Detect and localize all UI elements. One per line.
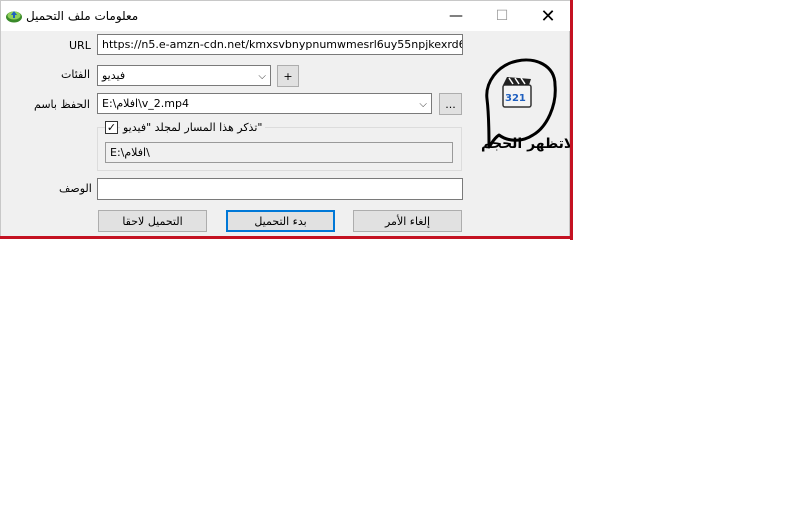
background-app-edge bbox=[570, 0, 573, 240]
chevron-down-icon: ⌵ bbox=[258, 71, 266, 82]
close-button[interactable]: ✕ bbox=[525, 1, 571, 31]
maximize-button[interactable]: ☐ bbox=[479, 1, 525, 31]
background-app-edge bbox=[0, 236, 573, 239]
save-as-select[interactable]: E:\افلام\v_2.mp4 ⌵ bbox=[97, 93, 432, 114]
category-label: الفئات bbox=[61, 68, 90, 81]
idm-app-icon bbox=[6, 11, 22, 23]
start-download-button[interactable]: بدء التحميل bbox=[226, 210, 335, 232]
close-icon: ✕ bbox=[540, 5, 556, 27]
maximize-icon: ☐ bbox=[495, 8, 509, 24]
download-file-info-dialog: معلومات ملف التحميل — ☐ ✕ URL https://n5… bbox=[0, 0, 574, 238]
description-label: الوصف bbox=[59, 182, 92, 195]
url-field[interactable]: https://n5.e-amzn-cdn.net/kmxsvbnypnumwm… bbox=[97, 34, 463, 55]
annotation-text: لاتظهر الحجم bbox=[481, 136, 575, 152]
minimize-icon: — bbox=[449, 8, 463, 24]
logo-badge-text: 321 bbox=[505, 93, 526, 104]
remember-path-checkbox[interactable]: ✓ bbox=[105, 121, 118, 134]
browse-button[interactable]: ... bbox=[439, 93, 462, 115]
window-title: معلومات ملف التحميل bbox=[26, 9, 139, 23]
add-category-button[interactable]: + bbox=[277, 65, 299, 87]
description-input[interactable] bbox=[97, 178, 463, 200]
save-as-label: الحفظ باسم bbox=[34, 98, 90, 111]
title-bar: معلومات ملف التحميل — ☐ ✕ bbox=[1, 1, 571, 31]
cancel-button[interactable]: إلغاء الأمر bbox=[353, 210, 462, 232]
url-label: URL bbox=[69, 39, 91, 52]
media-player-classic-icon: 321 bbox=[502, 77, 532, 108]
remember-path-label: تذكر هذا المسار لمجلد "فيديو" bbox=[120, 121, 266, 134]
checkmark-icon: ✓ bbox=[106, 121, 117, 134]
save-as-value: E:\افلام\v_2.mp4 bbox=[102, 97, 189, 110]
folder-path-field: E:\افلام\ bbox=[105, 142, 453, 163]
category-value: فيديو bbox=[102, 69, 126, 82]
minimize-button[interactable]: — bbox=[433, 1, 479, 31]
download-later-button[interactable]: التحميل لاحقا bbox=[98, 210, 207, 232]
chevron-down-icon: ⌵ bbox=[419, 99, 427, 110]
category-select[interactable]: فيديو ⌵ bbox=[97, 65, 271, 86]
